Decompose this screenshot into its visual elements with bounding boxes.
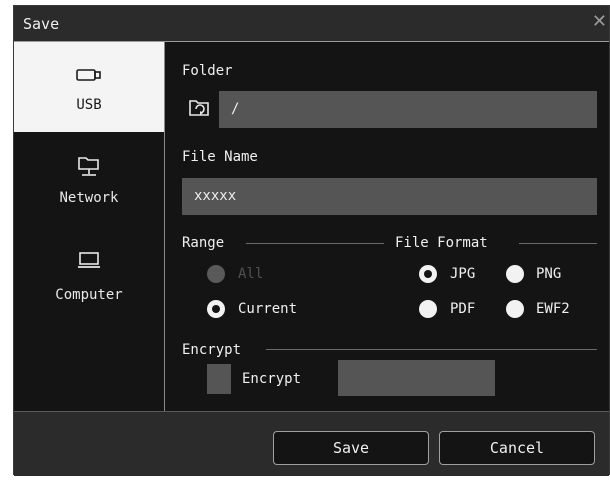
- save-dialog: Save ✕ USB Network Computer Folder / Fil…: [13, 5, 610, 476]
- format-ewf2-radio[interactable]: [506, 300, 524, 318]
- dialog-title: Save: [23, 15, 60, 33]
- close-icon[interactable]: ✕: [592, 12, 607, 32]
- format-png-radio[interactable]: [506, 265, 524, 283]
- range-current-radio[interactable]: [207, 300, 225, 318]
- format-pdf-label: PDF: [450, 301, 476, 317]
- folder-browse-icon[interactable]: [188, 98, 212, 120]
- format-pdf-radio[interactable]: [419, 300, 437, 318]
- format-jpg-radio[interactable]: [419, 265, 437, 283]
- folder-label: Folder: [182, 63, 233, 79]
- file-name-label: File Name: [182, 149, 258, 165]
- range-all-label: All: [238, 266, 264, 282]
- usb-drive-icon: [76, 69, 101, 81]
- encrypt-checkbox-label: Encrypt: [242, 371, 302, 387]
- format-ewf2-label: EWF2: [536, 301, 570, 317]
- encrypt-password-field[interactable]: [338, 360, 495, 396]
- title-bar: Save ✕: [14, 6, 609, 42]
- encrypt-divider: [266, 349, 597, 350]
- format-jpg-label: JPG: [450, 266, 476, 282]
- folder-path-field[interactable]: /: [219, 91, 597, 128]
- encrypt-section-label: Encrypt: [182, 342, 242, 358]
- sidebar: USB Network Computer: [14, 42, 165, 411]
- encrypt-checkbox[interactable]: [207, 364, 231, 394]
- save-button[interactable]: Save: [273, 431, 429, 465]
- cancel-button[interactable]: Cancel: [439, 431, 595, 465]
- file-name-input[interactable]: xxxxx: [182, 178, 597, 215]
- range-label: Range: [182, 235, 225, 251]
- sidebar-item-computer[interactable]: Computer: [14, 247, 164, 337]
- dialog-footer: Save Cancel: [14, 411, 609, 476]
- file-format-label: File Format: [395, 235, 488, 251]
- laptop-icon: [78, 252, 100, 268]
- sidebar-item-label: Network: [59, 190, 119, 206]
- range-divider: [246, 243, 384, 244]
- sidebar-item-network[interactable]: Network: [14, 152, 164, 242]
- range-all-radio: [207, 265, 225, 283]
- sidebar-item-usb[interactable]: USB: [14, 42, 164, 132]
- range-current-label: Current: [238, 301, 298, 317]
- format-png-label: PNG: [536, 266, 562, 282]
- network-folder-icon: [78, 157, 99, 176]
- file-format-divider: [519, 243, 597, 244]
- sidebar-item-label: USB: [76, 97, 102, 113]
- sidebar-item-label: Computer: [55, 287, 123, 303]
